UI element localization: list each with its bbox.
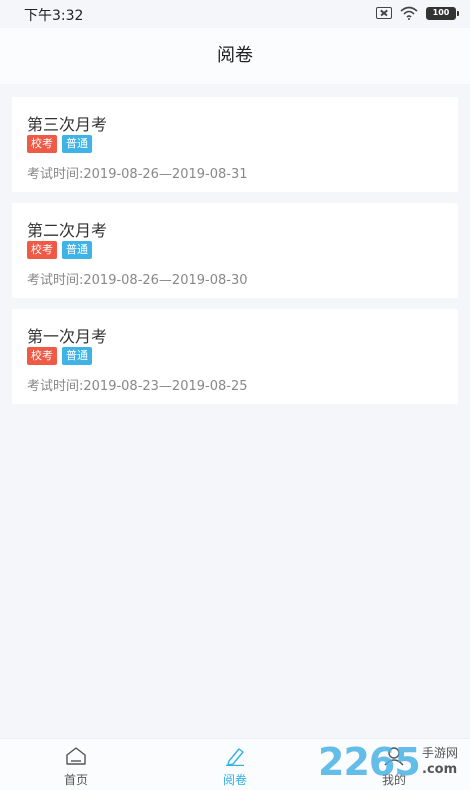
status-bar: 下午3:32 100 — [0, 0, 470, 28]
tag-school: 校考 — [27, 347, 57, 365]
exam-title: 第三次月考 — [27, 115, 108, 134]
watermark-logo: 2265 手游网 .com — [318, 740, 468, 786]
tab-home-label: 首页 — [63, 773, 88, 787]
exam-tags: 校考 普通 — [27, 135, 92, 153]
status-icons: 100 — [376, 6, 459, 20]
tag-school: 校考 — [27, 135, 57, 153]
exam-card[interactable]: 第二次月考 校考 普通 考试时间:2019-08-26—2019-08-30 — [12, 203, 458, 298]
page-title: 阅卷 — [217, 45, 253, 66]
exam-time: 考试时间:2019-08-26—2019-08-31 — [27, 167, 248, 182]
status-time: 下午3:32 — [24, 8, 84, 24]
exam-card[interactable]: 第三次月考 校考 普通 考试时间:2019-08-26—2019-08-31 — [12, 97, 458, 192]
tab-marking[interactable]: 阅卷 — [180, 739, 290, 790]
tag-normal: 普通 — [62, 241, 92, 259]
watermark-number: 2265 — [318, 740, 421, 784]
tab-home[interactable]: 首页 — [21, 739, 131, 790]
wifi-icon — [400, 6, 418, 20]
tag-normal: 普通 — [62, 135, 92, 153]
exam-title: 第一次月考 — [27, 327, 108, 346]
no-sim-icon — [376, 7, 392, 19]
exam-title: 第二次月考 — [27, 221, 108, 240]
exam-card[interactable]: 第一次月考 校考 普通 考试时间:2019-08-23—2019-08-25 — [12, 309, 458, 404]
tab-marking-label: 阅卷 — [222, 773, 247, 787]
header: 阅卷 — [0, 28, 470, 84]
watermark-domain: .com — [422, 762, 458, 777]
battery-icon: 100 — [426, 6, 459, 20]
watermark-cn: 手游网 — [422, 746, 459, 760]
tag-school: 校考 — [27, 241, 57, 259]
home-icon — [66, 747, 86, 765]
exam-time: 考试时间:2019-08-23—2019-08-25 — [27, 379, 248, 394]
exam-tags: 校考 普通 — [27, 241, 92, 259]
exam-time: 考试时间:2019-08-26—2019-08-30 — [27, 273, 248, 288]
pencil-icon — [226, 748, 244, 766]
exam-tags: 校考 普通 — [27, 347, 92, 365]
tag-normal: 普通 — [62, 347, 92, 365]
